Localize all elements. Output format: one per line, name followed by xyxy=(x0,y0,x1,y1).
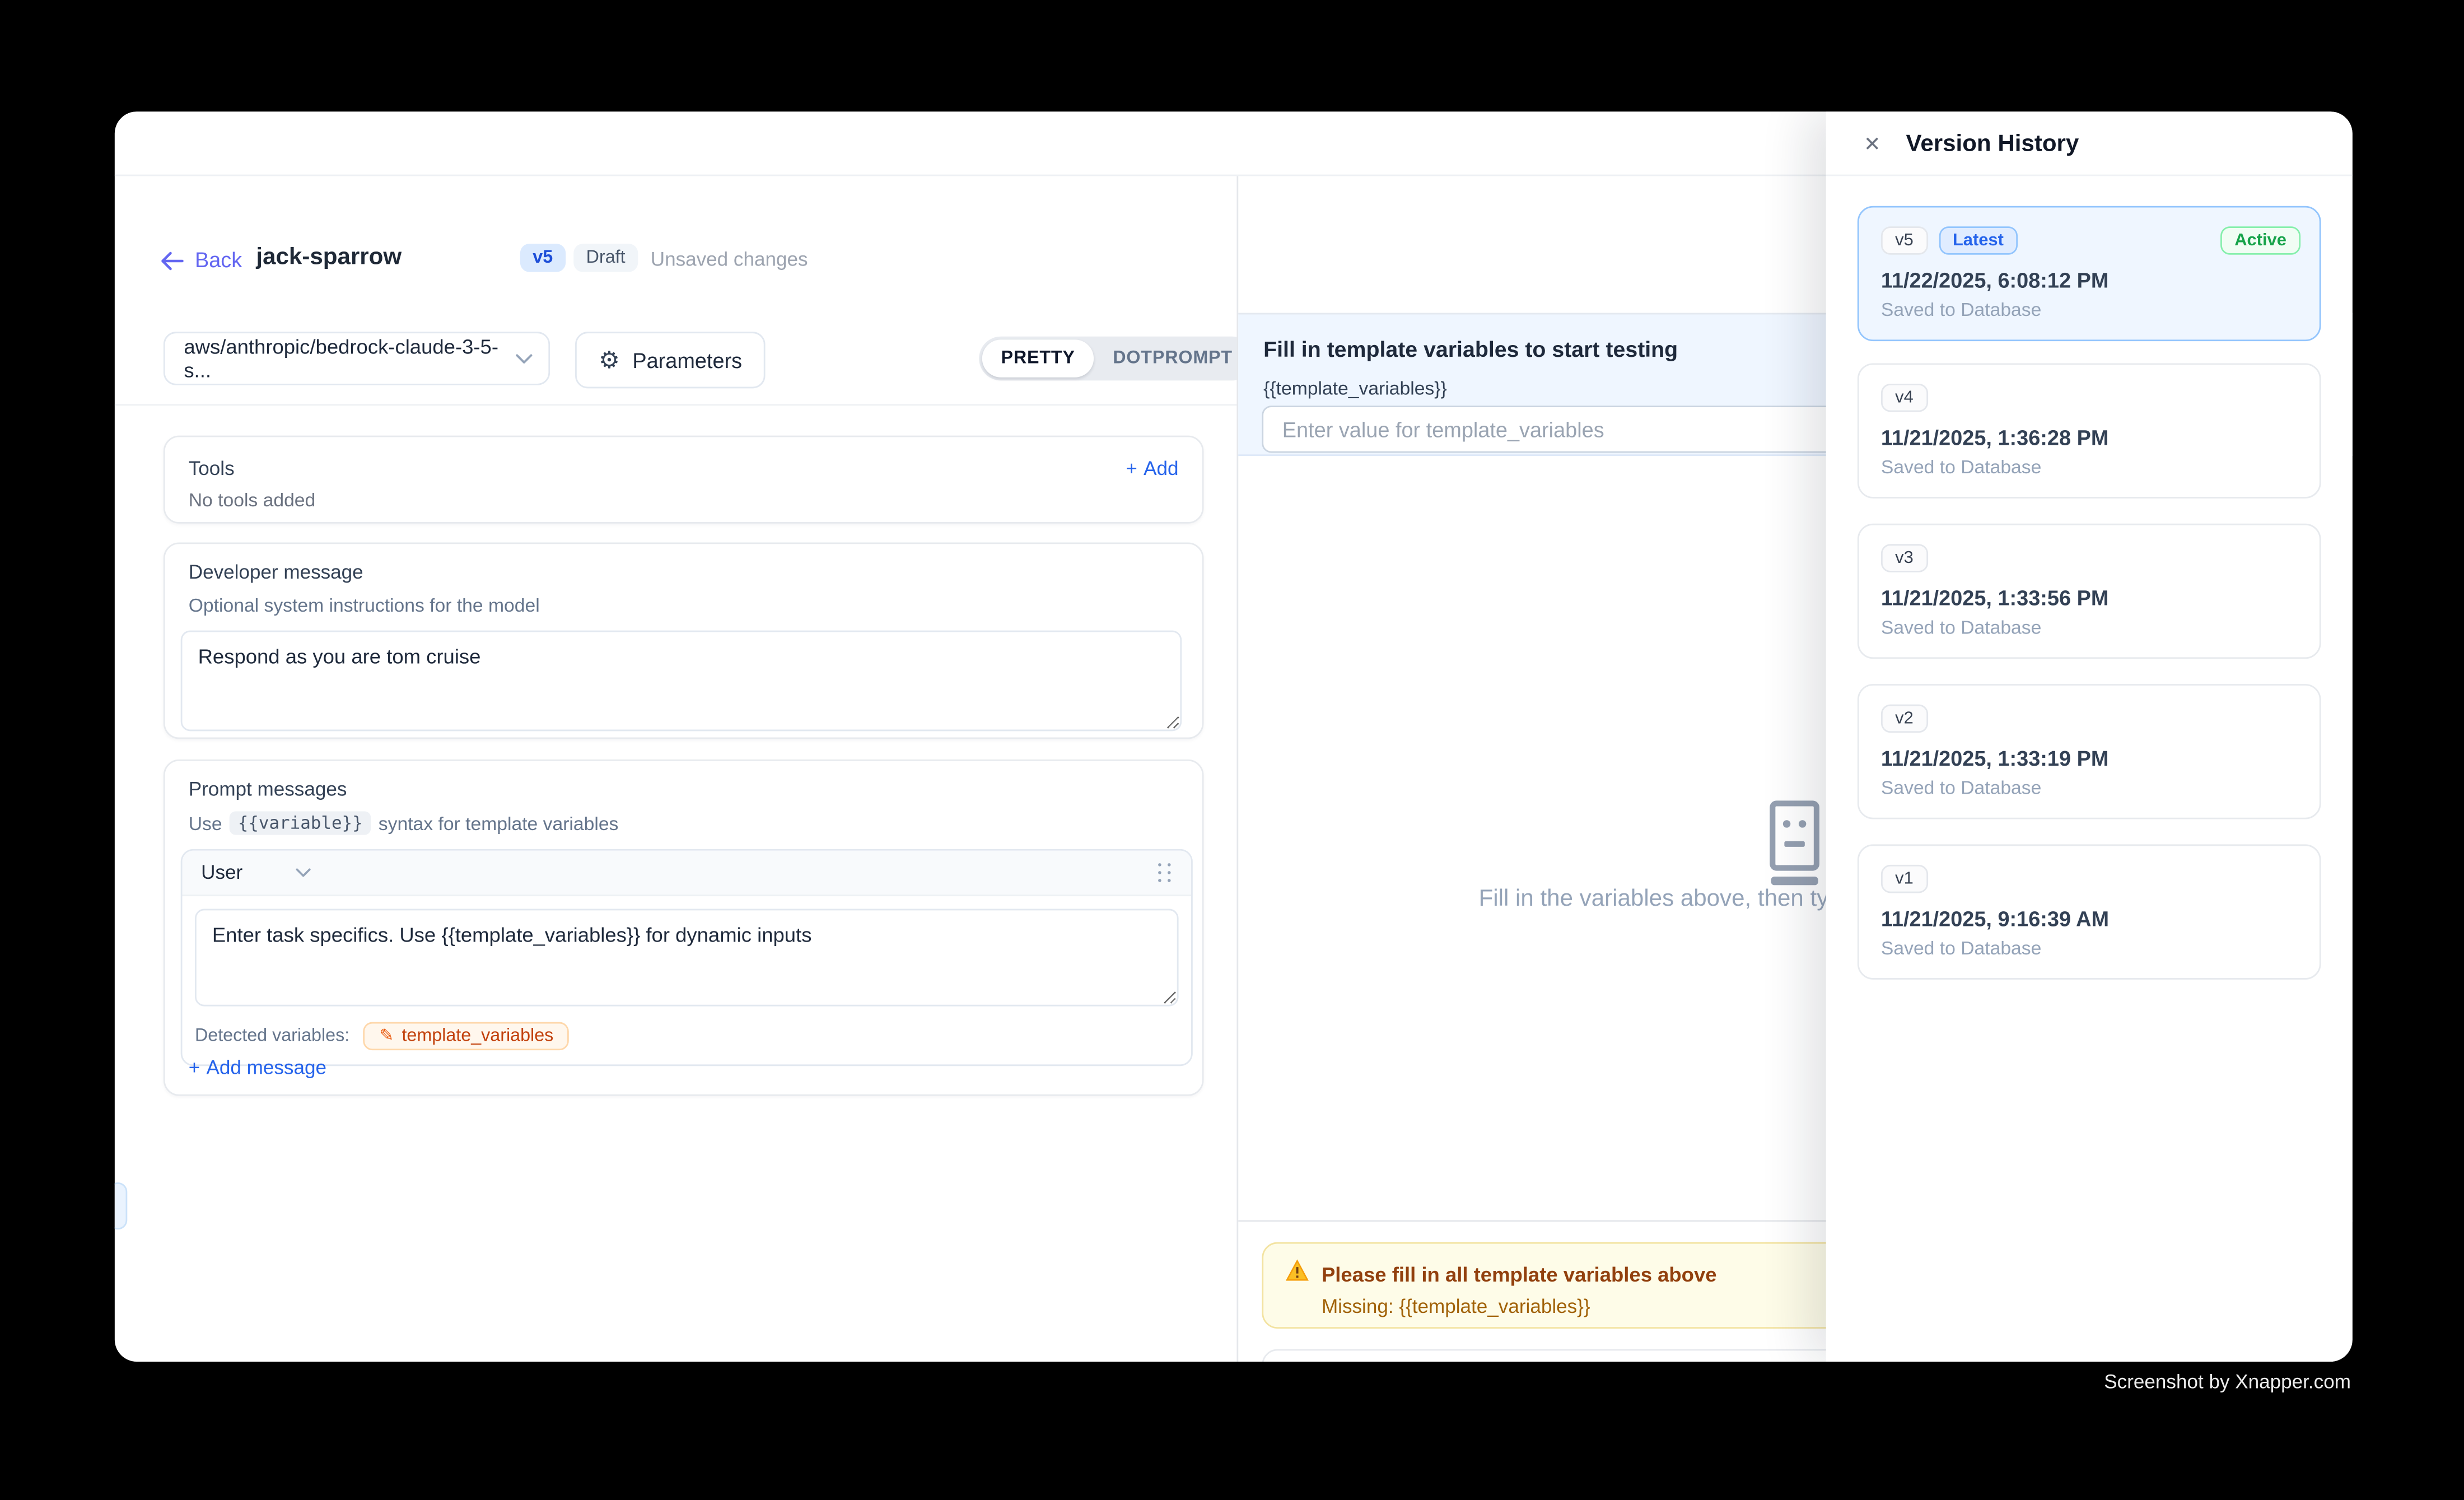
version-history-drawer: ✕ Version History v5 Latest Active 11/22… xyxy=(1826,111,2353,1362)
version-list: v5 Latest Active 11/22/2025, 6:08:12 PM … xyxy=(1858,206,2321,980)
prompt-message-block: User Enter task specifics. Use {{templat… xyxy=(181,849,1193,1066)
latest-badge: Latest xyxy=(1939,226,2018,255)
parameters-label: Parameters xyxy=(632,348,742,372)
version-timestamp: 11/21/2025, 1:33:56 PM xyxy=(1881,586,2298,610)
close-icon[interactable]: ✕ xyxy=(1864,133,1881,153)
add-message-label: Add message xyxy=(206,1056,326,1078)
back-label: Back xyxy=(195,249,242,272)
version-card-v3[interactable]: v3 11/21/2025, 1:33:56 PM Saved to Datab… xyxy=(1858,524,2321,659)
model-selector[interactable]: aws/anthropic/bedrock-claude-3-5-s... xyxy=(164,332,550,385)
empty-state-text: Fill in the variables above, then typ xyxy=(1479,885,1842,912)
version-card-v5[interactable]: v5 Latest Active 11/22/2025, 6:08:12 PM … xyxy=(1858,206,2321,341)
version-timestamp: 11/21/2025, 9:16:39 AM xyxy=(1881,907,2298,931)
pencil-icon: ✎ xyxy=(380,1027,394,1045)
arrow-left-icon xyxy=(160,251,184,270)
tools-empty-text: No tools added xyxy=(189,489,1179,511)
page-title: jack-sparrow xyxy=(256,244,402,271)
variable-chip-label: template_variables xyxy=(402,1027,553,1046)
version-timestamp: 11/22/2025, 6:08:12 PM xyxy=(1881,269,2298,292)
back-button[interactable]: Back xyxy=(160,249,242,272)
developer-message-input[interactable]: Respond as you are tom cruise xyxy=(181,631,1182,732)
watermark-text: Screenshot by Xnapper.com xyxy=(2104,1371,2351,1393)
plus-icon: + xyxy=(189,1056,200,1078)
developer-message-card: Developer message Optional system instru… xyxy=(164,542,1204,739)
bot-icon xyxy=(1768,800,1821,893)
developer-message-subtitle: Optional system instructions for the mod… xyxy=(189,594,1187,616)
prompt-messages-card: Prompt messages Use {{variable}} syntax … xyxy=(164,760,1204,1096)
variable-syntax-chip: {{variable}} xyxy=(230,811,371,835)
chevron-down-icon xyxy=(296,868,312,878)
gear-icon: ⚙ xyxy=(599,348,620,372)
banner-title: Fill in template variables to start test… xyxy=(1263,337,1678,362)
version-status: Saved to Database xyxy=(1881,937,2298,959)
detected-variables-label: Detected variables: xyxy=(195,1027,349,1046)
add-tool-label: Add xyxy=(1144,458,1178,479)
model-selector-value: aws/anthropic/bedrock-claude-3-5-s... xyxy=(184,335,515,382)
draft-badge: Draft xyxy=(573,244,638,272)
variable-name-label: {{template_variables}} xyxy=(1263,378,1447,399)
version-badge: v5 xyxy=(520,244,566,272)
developer-message-title: Developer message xyxy=(189,561,1187,583)
version-card-v4[interactable]: v4 11/21/2025, 1:36:28 PM Saved to Datab… xyxy=(1858,363,2321,498)
detected-variables-row: Detected variables: ✎ template_variables xyxy=(183,1019,1192,1064)
version-timestamp: 11/21/2025, 1:36:28 PM xyxy=(1881,426,2298,450)
version-id-badge: v4 xyxy=(1881,384,1928,412)
message-role-select[interactable]: User xyxy=(201,861,312,883)
warning-triangle-icon xyxy=(1285,1260,1309,1289)
active-badge: Active xyxy=(2220,226,2300,255)
version-card-v1[interactable]: v1 11/21/2025, 9:16:39 AM Saved to Datab… xyxy=(1858,844,2321,979)
warning-title: Please fill in all template variables ab… xyxy=(1322,1263,1717,1286)
message-header: User xyxy=(183,851,1192,896)
tools-card: Tools + Add No tools added xyxy=(164,436,1204,524)
version-id-badge: v3 xyxy=(1881,544,1928,572)
hint-suffix: syntax for template variables xyxy=(379,812,619,834)
toggle-option-dotprompt[interactable]: DOTPROMPT xyxy=(1094,339,1252,377)
add-message-button[interactable]: + Add message xyxy=(189,1056,326,1078)
version-id-badge: v2 xyxy=(1881,705,1928,733)
toolbar-divider xyxy=(115,404,1237,406)
prompt-messages-title: Prompt messages xyxy=(189,779,1187,800)
drawer-header: ✕ Version History xyxy=(1826,111,2353,176)
version-id-badge: v1 xyxy=(1881,865,1928,893)
screenshot-stage: Back jack-sparrow v5 Draft Unsaved chang… xyxy=(0,0,2464,1500)
edge-peek-decoration xyxy=(115,1182,127,1229)
tools-title: Tools xyxy=(189,458,235,479)
unsaved-changes-text: Unsaved changes xyxy=(651,249,808,271)
message-content-input[interactable]: Enter task specifics. Use {{template_var… xyxy=(195,909,1179,1007)
hint-prefix: Use xyxy=(189,812,222,834)
template-variable-chip[interactable]: ✎ template_variables xyxy=(363,1022,569,1051)
drawer-title: Version History xyxy=(1906,130,2079,157)
version-id-badge: v5 xyxy=(1881,226,1928,255)
version-status: Saved to Database xyxy=(1881,456,2298,478)
chevron-down-icon xyxy=(515,353,533,364)
app-window: Back jack-sparrow v5 Draft Unsaved chang… xyxy=(115,111,2353,1362)
version-timestamp: 11/21/2025, 1:33:19 PM xyxy=(1881,747,2298,770)
version-status: Saved to Database xyxy=(1881,299,2298,320)
version-status: Saved to Database xyxy=(1881,777,2298,799)
plus-icon: + xyxy=(1126,458,1137,479)
syntax-hint: Use {{variable}} syntax for template var… xyxy=(189,811,1187,835)
version-card-v2[interactable]: v2 11/21/2025, 1:33:19 PM Saved to Datab… xyxy=(1858,684,2321,819)
version-status: Saved to Database xyxy=(1881,616,2298,638)
format-toggle: PRETTY DOTPROMPT xyxy=(979,337,1254,381)
drag-handle-icon[interactable] xyxy=(1158,863,1172,883)
message-role-value: User xyxy=(201,861,242,883)
toggle-option-pretty[interactable]: PRETTY xyxy=(982,339,1094,377)
parameters-button[interactable]: ⚙ Parameters xyxy=(575,332,766,388)
add-tool-button[interactable]: + Add xyxy=(1126,458,1178,479)
